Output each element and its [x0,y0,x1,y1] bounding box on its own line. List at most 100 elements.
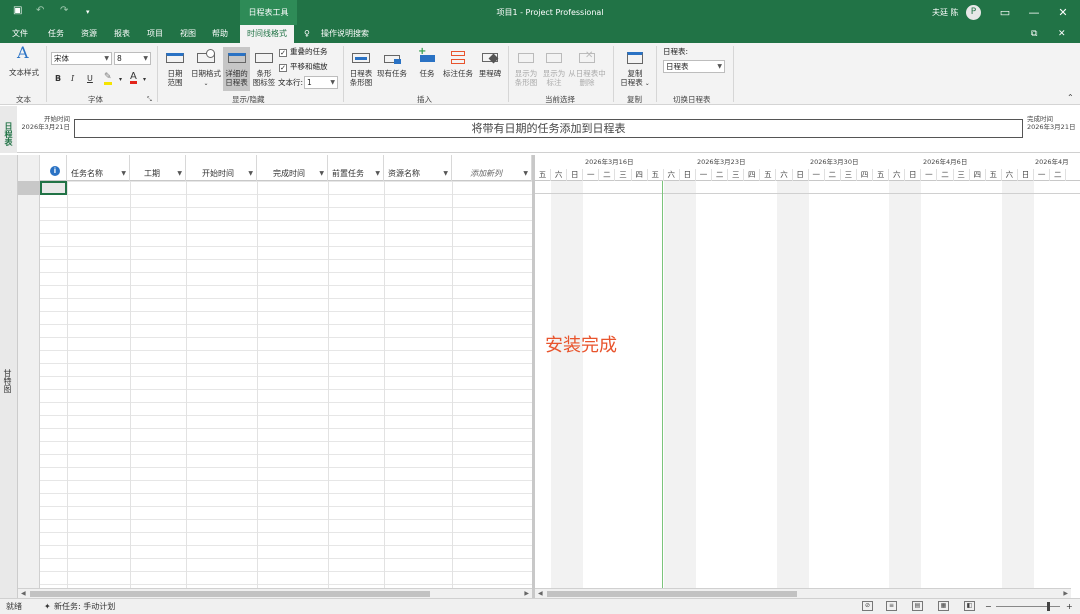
existing-tasks-button[interactable]: 现有任务 [375,49,409,78]
gantt-view-icon[interactable]: ⊘ [862,601,873,611]
tab-help[interactable]: 帮助 [212,25,228,43]
font-size-select[interactable]: 8 ▼ [114,52,151,65]
undo-icon[interactable]: ↶ [36,5,44,16]
column-divider [186,181,187,588]
italic-button[interactable]: I [71,74,74,83]
column-divider [257,181,258,588]
display-as-bar-button[interactable]: 显示为 条形图 [512,49,540,87]
redo-icon[interactable]: ↷ [60,5,68,16]
timescale-day: 日 [1018,169,1034,181]
weekend-column [776,181,809,588]
column-label: 添加新列 [470,169,502,178]
text-lines-select[interactable]: 1 ▼ [304,76,338,89]
copy-timeline-button[interactable]: 复制 日程表 ⌄ [620,49,650,88]
display-as-callout-button[interactable]: 显示为 标注 [540,49,568,87]
remove-icon: ✕ [577,49,597,67]
timescale-day: 日 [567,169,584,181]
close-icon[interactable]: ✕ [1046,0,1080,25]
task-usage-icon[interactable]: ≡ [886,601,897,611]
select-all-corner[interactable] [18,155,40,181]
context-tab-label: 日程表工具 [240,0,297,25]
bold-button[interactable]: B [55,74,61,83]
zoom-in-icon[interactable]: + [1066,599,1073,614]
tab-task[interactable]: 任务 [48,25,64,43]
column-task-name[interactable]: 任务名称 ▼ [67,155,130,181]
scroll-thumb[interactable] [547,591,797,597]
zoom-slider[interactable] [996,606,1060,607]
column-indicators[interactable]: i [40,155,67,181]
column-start[interactable]: 开始时间 ▼ [186,155,257,181]
insert-task-button[interactable]: + 任务 [416,47,438,78]
dialog-launcher-icon[interactable]: ⤡ [147,95,152,104]
window-title: 项目1 - Project Professional [496,8,604,17]
restore-icon[interactable]: ⧉ [1031,25,1037,43]
chevron-down-icon[interactable]: ▾ [119,75,122,84]
tab-timeline-format[interactable]: 时间线格式 [240,25,294,43]
sheet-header: i 任务名称 ▼ 工期 ▼ 开始时间 ▼ 完成时间 ▼ 前置任务 ▼ 资源名称 ▼ 添加新列… [18,155,532,181]
selected-cell[interactable] [40,181,67,195]
tab-resource[interactable]: 资源 [81,25,97,43]
gantt-chart[interactable]: 2026年3月16日 2026年3月23日 2026年3月30日 2026年4月… [535,155,1080,588]
bar-labels-button[interactable]: 条形 图标签 [251,49,277,87]
close-doc-icon[interactable]: ✕ [1058,25,1066,43]
user-name[interactable]: 夫廷 陈 [932,0,959,25]
column-duration[interactable]: 工期 ▼ [130,155,186,181]
text-styles-button[interactable]: A 文本样式 [6,45,42,78]
separator [613,46,614,102]
zoom-slider-thumb[interactable] [1047,602,1050,611]
column-resource-names[interactable]: 资源名称 ▼ [384,155,452,181]
timescale-day: 二 [712,169,729,181]
column-add-new[interactable]: 添加新列 ▼ [452,155,532,181]
view-bar: 甘特图 [0,155,18,598]
new-task-mode[interactable]: 新任务: 手动计划 [54,599,115,614]
underline-button[interactable]: U [87,74,93,83]
font-color-icon[interactable]: A [130,72,137,84]
chevron-down-icon: ⌄ [203,80,209,87]
tell-me-search[interactable]: 操作说明搜索 [321,25,369,43]
add-task-icon: + [417,47,437,67]
existing-tasks-label: 现有任务 [377,69,407,78]
highlight-color-icon[interactable]: ✎ [104,73,112,85]
tab-file[interactable]: 文件 [12,25,28,43]
column-predecessors[interactable]: 前置任务 ▼ [328,155,384,181]
sheet-horizontal-scrollbar[interactable]: ◀ ▶ [18,588,532,598]
callout-task-button[interactable]: 标注任务 [441,49,475,78]
pan-zoom-checkbox[interactable]: ✓ 平移和缩放 [279,62,328,72]
insert-task-label: 任务 [419,69,435,78]
timeline-select[interactable]: 日程表 ▼ [663,60,725,73]
report-icon[interactable]: ◧ [964,601,975,611]
tab-project[interactable]: 项目 [147,25,163,43]
chevron-down-icon[interactable]: ▾ [143,75,146,84]
row-header-1[interactable] [18,181,40,195]
timescale-day: 四 [632,169,648,181]
date-format-button[interactable]: 日期格式 ⌄ [190,49,222,88]
group-text-label: 文本 [16,95,31,104]
customize-qat-icon[interactable]: ▾ [86,8,90,16]
collapse-ribbon-icon[interactable]: ⌃ [1067,93,1074,102]
timeline-bar-button[interactable]: 日程表 条形图 [347,49,375,87]
column-label: 前置任务 [332,169,364,178]
overlap-tasks-checkbox[interactable]: ✓ 重叠的任务 [279,47,328,57]
separator [46,46,47,102]
resource-sheet-icon[interactable]: ▦ [938,601,949,611]
timeline-bar-area[interactable]: 将带有日期的任务添加到日程表 [74,119,1023,138]
tab-view[interactable]: 视图 [180,25,196,43]
zoom-out-icon[interactable]: − [985,599,992,614]
tab-report[interactable]: 报表 [114,25,130,43]
scroll-thumb[interactable] [30,591,430,597]
milestone-button[interactable]: 里程碑 [476,49,504,78]
detailed-timeline-button[interactable]: 详细的 日程表 [223,47,250,91]
sheet-rows[interactable] [18,181,532,588]
chart-horizontal-scrollbar[interactable]: ◀ ▶ [535,588,1071,598]
timescale-day: 四 [744,169,761,181]
team-planner-icon[interactable]: ▤ [912,601,923,611]
task-sheet[interactable]: i 任务名称 ▼ 工期 ▼ 开始时间 ▼ 完成时间 ▼ 前置任务 ▼ 资源名称 ▼ 添加新列… [18,155,532,588]
group-current-selection-label: 当前选择 [545,95,575,104]
save-icon[interactable]: ▣ [13,5,22,16]
date-range-button[interactable]: 日期 范围 [161,49,189,87]
remove-from-timeline-button[interactable]: ✕ 从日程表中 删除 [567,49,607,88]
font-name-select[interactable]: 宋体 ▼ [51,52,112,65]
column-finish[interactable]: 完成时间 ▼ [257,155,328,181]
timeline-pane[interactable]: 日程表 开始时间 2026年3月21日 将带有日期的任务添加到日程表 完成时间 … [0,106,1080,153]
avatar[interactable]: P [966,5,981,20]
